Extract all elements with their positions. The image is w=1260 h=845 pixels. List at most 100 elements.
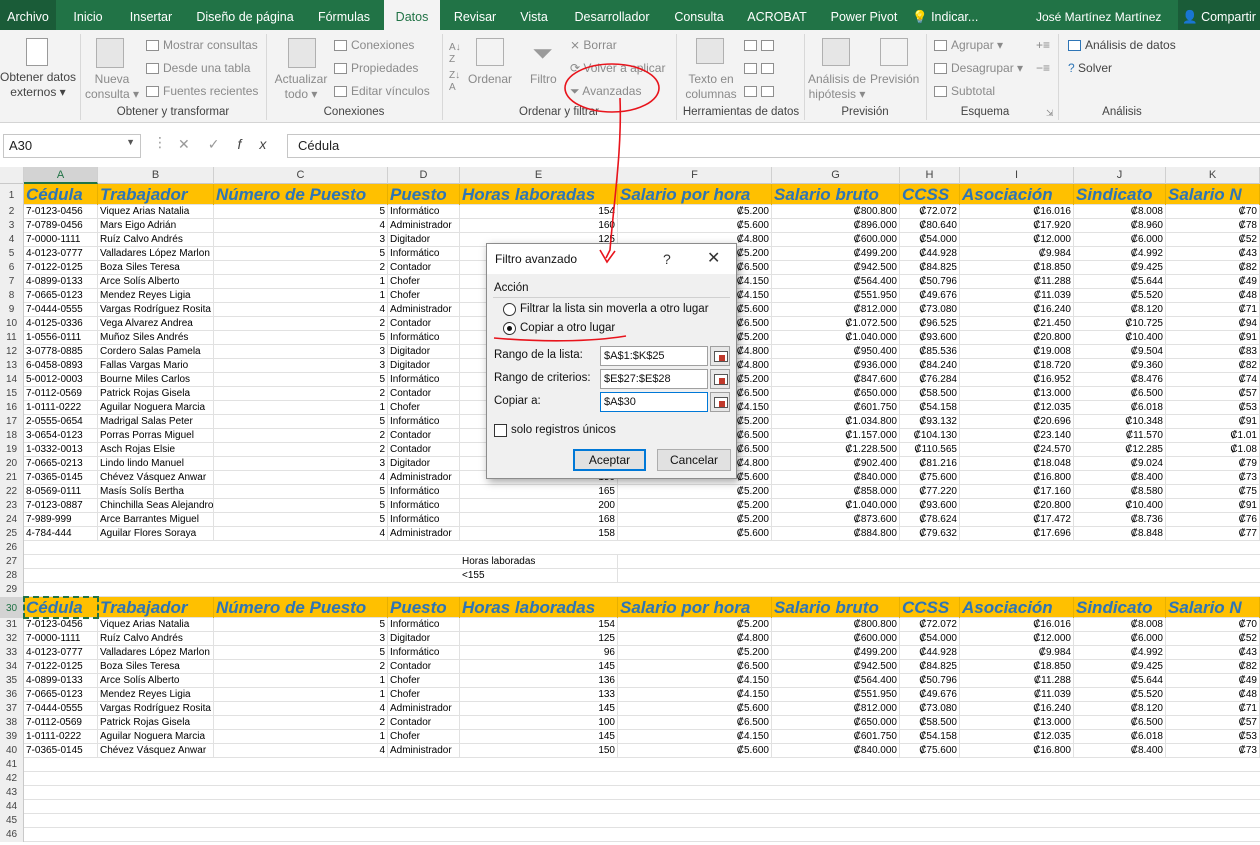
cell[interactable]: 168 bbox=[460, 513, 618, 527]
tab-insertar[interactable]: Insertar bbox=[120, 0, 182, 30]
cell[interactable]: ₡5.600 bbox=[618, 527, 772, 541]
collapse-dialog-icon[interactable] bbox=[710, 392, 730, 412]
cell[interactable]: ₡4.150 bbox=[618, 688, 772, 702]
cell[interactable]: Ruíz Calvo Andrés bbox=[98, 233, 214, 247]
cell[interactable]: ₡8.008 bbox=[1074, 618, 1166, 632]
cell[interactable]: ₡551.950 bbox=[772, 688, 900, 702]
row-header[interactable]: 7 bbox=[0, 275, 24, 289]
cell[interactable]: ₡5.520 bbox=[1074, 688, 1166, 702]
cell[interactable]: ₡23.140 bbox=[960, 429, 1074, 443]
cell[interactable]: ₡12.035 bbox=[960, 730, 1074, 744]
cell[interactable]: ₡84.825 bbox=[900, 660, 960, 674]
cell[interactable]: Informático bbox=[388, 499, 460, 513]
cell[interactable]: 4 bbox=[214, 702, 388, 716]
cell[interactable]: Asch Rojas Elsie bbox=[98, 443, 214, 457]
cell[interactable]: ₡13.000 bbox=[960, 387, 1074, 401]
cell[interactable]: Viquez Arias Natalia bbox=[98, 205, 214, 219]
tab-consulta[interactable]: Consulta bbox=[666, 0, 732, 30]
cell[interactable]: Chofer bbox=[388, 688, 460, 702]
dialog-launcher-icon[interactable]: ⇲ bbox=[1046, 108, 1054, 119]
cell[interactable]: ₡4.150 bbox=[618, 674, 772, 688]
cell[interactable]: 4-0899-0133 bbox=[24, 674, 98, 688]
cell[interactable]: ₡43 bbox=[1166, 247, 1260, 261]
list-range-input[interactable]: $A$1:$K$25 bbox=[600, 346, 708, 366]
column-header-j[interactable]: J bbox=[1074, 167, 1166, 184]
row-header[interactable]: 39 bbox=[0, 730, 24, 744]
row-header[interactable]: 37 bbox=[0, 702, 24, 716]
subtotal-button[interactable]: Subtotal bbox=[934, 84, 995, 98]
tab-vista[interactable]: Vista bbox=[510, 0, 558, 30]
cell[interactable]: ₡82 bbox=[1166, 261, 1260, 275]
cell[interactable]: Arce Solís Alberto bbox=[98, 674, 214, 688]
cell[interactable]: 154 bbox=[460, 205, 618, 219]
cell[interactable]: Administrador bbox=[388, 527, 460, 541]
cell[interactable]: 5-0012-0003 bbox=[24, 373, 98, 387]
cell[interactable]: 7-0444-0555 bbox=[24, 702, 98, 716]
cell[interactable]: 100 bbox=[460, 716, 618, 730]
data-validation-icon[interactable] bbox=[744, 84, 778, 98]
cell[interactable]: ₡873.600 bbox=[772, 513, 900, 527]
cell[interactable]: 165 bbox=[460, 485, 618, 499]
cell[interactable]: ₡12.000 bbox=[960, 632, 1074, 646]
cell[interactable]: Contador bbox=[388, 317, 460, 331]
cell[interactable]: ₡52 bbox=[1166, 632, 1260, 646]
cell[interactable]: ₡847.600 bbox=[772, 373, 900, 387]
cell[interactable]: Chofer bbox=[388, 401, 460, 415]
cell[interactable]: 3 bbox=[214, 345, 388, 359]
cell[interactable]: ₡1.072.500 bbox=[772, 317, 900, 331]
cell[interactable]: Chévez Vásquez Anwar bbox=[98, 744, 214, 758]
cell[interactable]: ₡17.696 bbox=[960, 527, 1074, 541]
cell[interactable]: ₡564.400 bbox=[772, 275, 900, 289]
cell[interactable]: Informático bbox=[388, 373, 460, 387]
header-cell[interactable]: Puesto bbox=[388, 597, 460, 618]
cell[interactable]: ₡17.472 bbox=[960, 513, 1074, 527]
cell[interactable]: ₡79.632 bbox=[900, 527, 960, 541]
data-analysis-button[interactable]: Análisis de datos bbox=[1068, 38, 1176, 52]
cell[interactable]: ₡104.130 bbox=[900, 429, 960, 443]
share-button[interactable]: 👤 Compartir bbox=[1178, 0, 1260, 30]
cell[interactable]: 4 bbox=[214, 744, 388, 758]
cell[interactable]: ₡9.984 bbox=[960, 247, 1074, 261]
cell[interactable]: ₡43 bbox=[1166, 646, 1260, 660]
cell[interactable]: ₡12.035 bbox=[960, 401, 1074, 415]
cell[interactable]: ₡10.725 bbox=[1074, 317, 1166, 331]
column-header-c[interactable]: C bbox=[214, 167, 388, 184]
row-header[interactable]: 22 bbox=[0, 485, 24, 499]
cell[interactable]: ₡83 bbox=[1166, 345, 1260, 359]
cell[interactable]: ₡73.080 bbox=[900, 303, 960, 317]
cell[interactable]: 160 bbox=[460, 219, 618, 233]
cell[interactable]: ₡71 bbox=[1166, 702, 1260, 716]
row-header[interactable]: 43 bbox=[0, 786, 24, 800]
cell[interactable]: 8-0569-0111 bbox=[24, 485, 98, 499]
row-header[interactable]: 2 bbox=[0, 205, 24, 219]
cell[interactable]: ₡53 bbox=[1166, 401, 1260, 415]
column-header-g[interactable]: G bbox=[772, 167, 900, 184]
cell[interactable]: ₡50.796 bbox=[900, 674, 960, 688]
reapply-button[interactable]: ⟳ Volver a aplicar bbox=[570, 61, 665, 75]
cell[interactable]: Valladares López Marlon bbox=[98, 247, 214, 261]
header-cell[interactable]: Sindicato bbox=[1074, 597, 1166, 618]
row-header[interactable]: 25 bbox=[0, 527, 24, 541]
row-header[interactable]: 5 bbox=[0, 247, 24, 261]
cell[interactable]: Viquez Arias Natalia bbox=[98, 618, 214, 632]
cell[interactable]: Digitador bbox=[388, 345, 460, 359]
cell[interactable]: ₡54.000 bbox=[900, 632, 960, 646]
cell[interactable]: Administrador bbox=[388, 744, 460, 758]
cell[interactable]: ₡70 bbox=[1166, 205, 1260, 219]
cell[interactable]: ₡8.848 bbox=[1074, 527, 1166, 541]
cell[interactable]: ₡8.400 bbox=[1074, 471, 1166, 485]
forecast-button[interactable]: Previsión bbox=[870, 72, 919, 86]
cell[interactable]: Administrador bbox=[388, 219, 460, 233]
header-cell[interactable]: Salario bruto bbox=[772, 184, 900, 205]
header-cell[interactable]: Salario bruto bbox=[772, 597, 900, 618]
cell[interactable]: ₡78 bbox=[1166, 219, 1260, 233]
cell[interactable]: ₡5.200 bbox=[618, 646, 772, 660]
cell[interactable]: ₡499.200 bbox=[772, 646, 900, 660]
cell[interactable]: ₡8.736 bbox=[1074, 513, 1166, 527]
cell[interactable]: Contador bbox=[388, 261, 460, 275]
row-header[interactable]: 35 bbox=[0, 674, 24, 688]
cell[interactable]: 1-0332-0013 bbox=[24, 443, 98, 457]
cell[interactable]: 1-0111-0222 bbox=[24, 401, 98, 415]
cell[interactable]: ₡8.476 bbox=[1074, 373, 1166, 387]
cell[interactable]: ₡77 bbox=[1166, 527, 1260, 541]
